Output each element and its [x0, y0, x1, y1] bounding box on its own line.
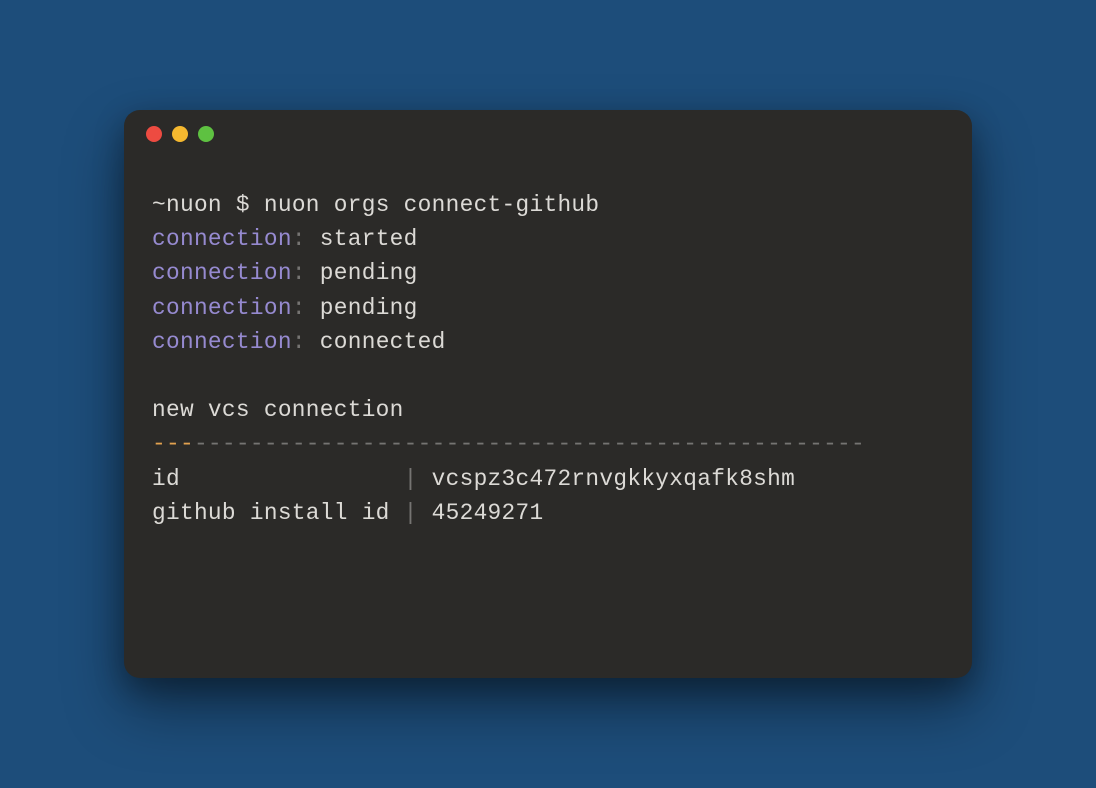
table-key: id	[152, 466, 390, 492]
status-label: connection	[152, 329, 292, 355]
titlebar	[124, 110, 972, 152]
status-value: pending	[306, 295, 418, 321]
status-value: connected	[306, 329, 446, 355]
status-line: connection: started	[152, 222, 944, 256]
close-icon[interactable]	[146, 126, 162, 142]
blank-line	[152, 359, 944, 393]
divider-orange: ---	[152, 431, 194, 457]
status-line: connection: pending	[152, 291, 944, 325]
terminal-output: ~nuon $ nuon orgs connect-githubconnecti…	[124, 152, 972, 678]
status-value: pending	[306, 260, 418, 286]
status-colon: :	[292, 260, 306, 286]
status-label: connection	[152, 226, 292, 252]
table-row: id | vcspz3c472rnvgkkyxqafk8shm	[152, 462, 944, 496]
status-value: started	[306, 226, 418, 252]
status-line: connection: pending	[152, 256, 944, 290]
table-sep: |	[390, 466, 432, 492]
section-title: new vcs connection	[152, 393, 944, 427]
divider-gray: ----------------------------------------…	[194, 431, 865, 457]
status-label: connection	[152, 295, 292, 321]
prompt-path: ~nuon	[152, 192, 222, 218]
table-row: github install id | 45249271	[152, 496, 944, 530]
divider-line: ----------------------------------------…	[152, 427, 944, 461]
terminal-window: ~nuon $ nuon orgs connect-githubconnecti…	[124, 110, 972, 678]
prompt-line: ~nuon $ nuon orgs connect-github	[152, 188, 944, 222]
prompt-symbol: $	[222, 192, 264, 218]
table-sep: |	[390, 500, 432, 526]
table-value: vcspz3c472rnvgkkyxqafk8shm	[432, 466, 796, 492]
status-colon: :	[292, 329, 306, 355]
prompt-command: nuon orgs connect-github	[264, 192, 600, 218]
status-label: connection	[152, 260, 292, 286]
table-key: github install id	[152, 500, 390, 526]
minimize-icon[interactable]	[172, 126, 188, 142]
maximize-icon[interactable]	[198, 126, 214, 142]
status-colon: :	[292, 295, 306, 321]
table-value: 45249271	[432, 500, 544, 526]
status-colon: :	[292, 226, 306, 252]
status-line: connection: connected	[152, 325, 944, 359]
